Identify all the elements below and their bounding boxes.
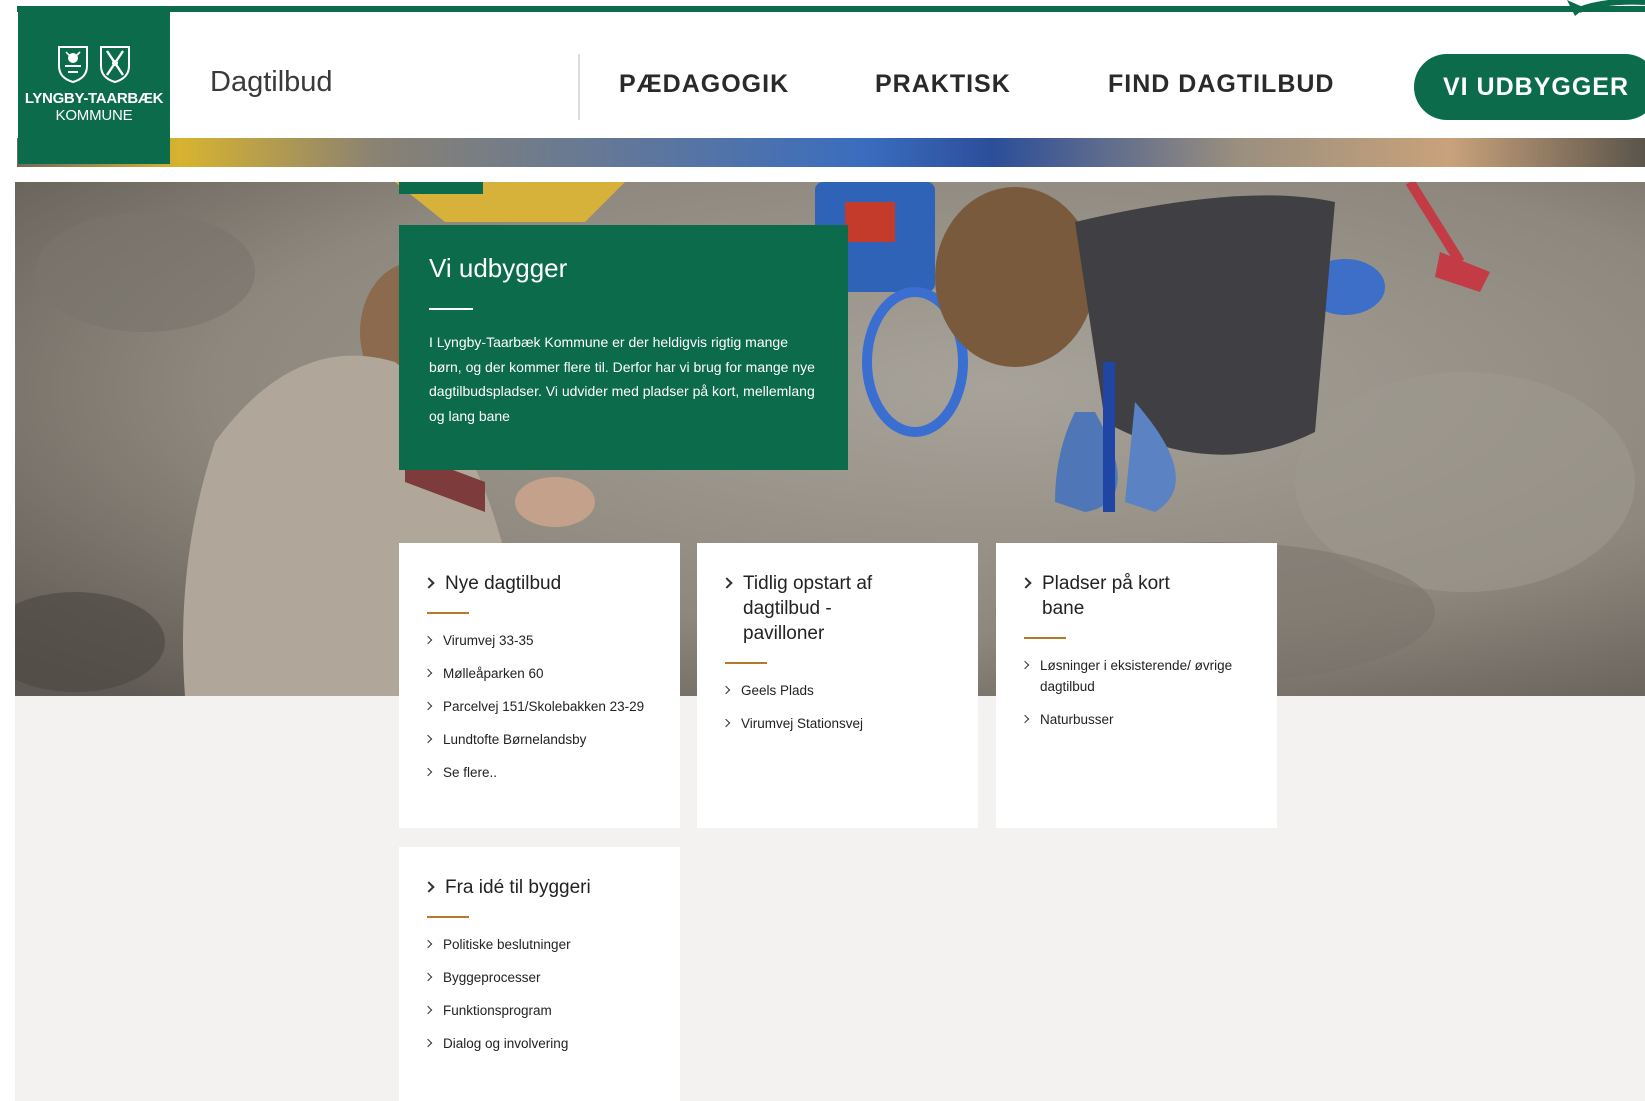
card-title-link[interactable]: Pladser på kort bane xyxy=(1020,571,1251,621)
card-link-label: Politiske beslutninger xyxy=(443,937,571,952)
municipality-logo[interactable]: LYNGBY-TAARBÆK KOMMUNE xyxy=(18,8,170,164)
card-title-link[interactable]: Nye dagtilbud xyxy=(423,571,654,596)
card-link-label: Løsninger i eksisterende/ øvrige dagtilb… xyxy=(1040,658,1233,694)
coat-of-arms-icon xyxy=(100,46,130,84)
chevron-right-icon xyxy=(721,685,731,695)
card-link[interactable]: Virumvej Stationsvej xyxy=(721,713,952,734)
logo-text-line1: LYNGBY-TAARBÆK xyxy=(24,90,164,107)
card-rule xyxy=(427,612,469,614)
card-link-label: Mølleåparken 60 xyxy=(443,666,544,681)
card-pladser-kort-bane: Pladser på kort bane Løsninger i eksiste… xyxy=(996,543,1277,828)
chevron-right-icon xyxy=(423,701,433,711)
chevron-right-icon xyxy=(423,767,433,777)
card-link[interactable]: Naturbusser xyxy=(1020,709,1251,730)
hero-box-tab xyxy=(399,182,483,194)
card-link-label: Funktionsprogram xyxy=(443,1003,552,1018)
card-link[interactable]: Løsninger i eksisterende/ øvrige dagtilb… xyxy=(1020,655,1251,697)
chevron-right-icon xyxy=(1020,577,1032,589)
chevron-right-icon xyxy=(1020,660,1030,670)
card-title: Pladser på kort bane xyxy=(1042,573,1170,619)
card-link-label: Se flere.. xyxy=(443,765,498,780)
nav-cta-label: VI UDBYGGER xyxy=(1442,72,1630,101)
chevron-right-icon xyxy=(423,881,435,893)
card-link-label: Geels Plads xyxy=(741,683,814,698)
card-link-label: Byggeprocesser xyxy=(443,970,541,985)
card-link[interactable]: Geels Plads xyxy=(721,680,952,701)
card-link-label: Lundtofte Børnelandsby xyxy=(443,732,587,747)
chevron-right-icon xyxy=(423,577,435,589)
card-link[interactable]: Funktionsprogram xyxy=(423,1000,654,1021)
card-link[interactable]: Byggeprocesser xyxy=(423,967,654,988)
card-link[interactable]: Parcelvej 151/Skolebakken 23-29 xyxy=(423,696,654,717)
card-link-label: Dialog og involvering xyxy=(443,1036,569,1051)
card-link-label: Virumvej Stationsvej xyxy=(741,716,864,731)
hero-rule xyxy=(429,308,473,310)
card-title: Fra idé til byggeri xyxy=(445,877,591,898)
card-rule xyxy=(1024,637,1066,639)
card-title: Nye dagtilbud xyxy=(445,573,562,594)
card-rule xyxy=(725,662,767,664)
card-link[interactable]: Virumvej 33-35 xyxy=(423,630,654,651)
card-title: Tidlig opstart af dagtilbud - pavilloner xyxy=(743,573,873,644)
corner-arrow-icon xyxy=(1567,0,1645,16)
card-link[interactable]: Mølleåparken 60 xyxy=(423,663,654,684)
card-nye-dagtilbud: Nye dagtilbud Virumvej 33-35 Mølleåparke… xyxy=(399,543,680,828)
card-rule xyxy=(427,916,469,918)
chevron-right-icon xyxy=(423,1038,433,1048)
coat-of-arms-icon xyxy=(58,46,88,84)
card-link-label: Parcelvej 151/Skolebakken 23-29 xyxy=(443,699,645,714)
chevron-right-icon xyxy=(423,1005,433,1015)
chevron-right-icon xyxy=(423,635,433,645)
chevron-right-icon xyxy=(423,972,433,982)
header-divider xyxy=(578,54,580,120)
chevron-right-icon xyxy=(1020,714,1030,724)
coat-of-arms-icons xyxy=(56,44,132,84)
chevron-right-icon xyxy=(423,668,433,678)
card-title-link[interactable]: Fra idé til byggeri xyxy=(423,875,654,900)
card-link[interactable]: Dialog og involvering xyxy=(423,1033,654,1054)
chevron-right-icon xyxy=(423,939,433,949)
nav-item-praktisk[interactable]: PRAKTISK xyxy=(875,70,1011,99)
card-fra-ide-til-byggeri: Fra idé til byggeri Politiske beslutning… xyxy=(399,847,680,1101)
card-link[interactable]: Politiske beslutninger xyxy=(423,934,654,955)
hero-text-box: Vi udbygger I Lyngby-Taarbæk Kommune er … xyxy=(399,225,848,470)
site-title[interactable]: Dagtilbud xyxy=(210,66,333,99)
card-link-label: Virumvej 33-35 xyxy=(443,633,534,648)
card-link-label: Naturbusser xyxy=(1040,712,1114,727)
nav-item-find-dagtilbud[interactable]: FIND DAGTILBUD xyxy=(1108,70,1334,99)
card-link[interactable]: Se flere.. xyxy=(423,762,654,783)
chevron-right-icon xyxy=(423,734,433,744)
hero-description: I Lyngby-Taarbæk Kommune er der heldigvi… xyxy=(429,334,815,424)
hero-title: Vi udbygger xyxy=(429,253,568,283)
site-header: Dagtilbud PÆDAGOGIK PRAKTISK FIND DAGTIL… xyxy=(17,12,1645,138)
card-link[interactable]: Lundtofte Børnelandsby xyxy=(423,729,654,750)
chevron-right-icon xyxy=(721,718,731,728)
logo-text-line2: KOMMUNE xyxy=(55,107,133,124)
chevron-right-icon xyxy=(721,577,733,589)
card-title-link[interactable]: Tidlig opstart af dagtilbud - pavilloner xyxy=(721,571,952,646)
card-tidlig-opstart: Tidlig opstart af dagtilbud - pavilloner… xyxy=(697,543,978,828)
nav-cta-vi-udbygger[interactable]: VI UDBYGGER xyxy=(1414,54,1645,120)
nav-item-paedagogik[interactable]: PÆDAGOGIK xyxy=(619,70,789,99)
header-image-strip xyxy=(17,138,1645,167)
